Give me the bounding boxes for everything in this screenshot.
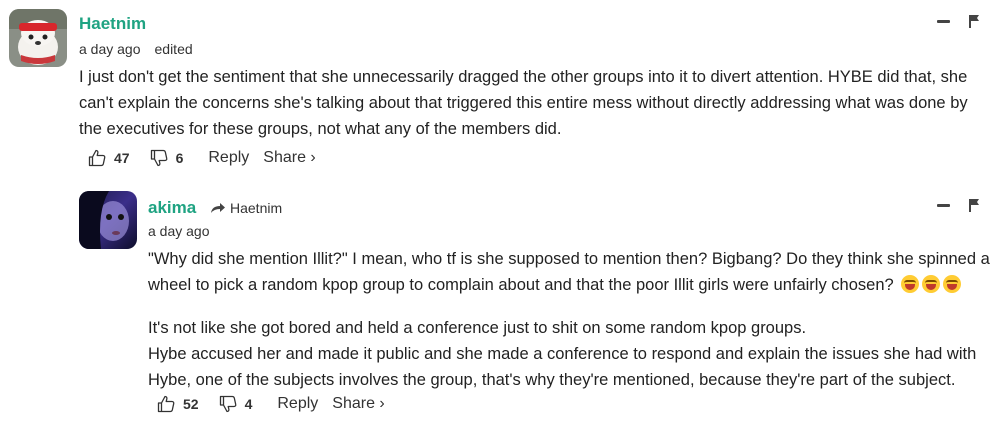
upvote-button[interactable]: 47	[88, 149, 130, 167]
avatar-image	[79, 191, 137, 249]
comment-controls	[937, 198, 980, 212]
avatar[interactable]	[79, 191, 137, 249]
username[interactable]: akima	[148, 198, 196, 218]
share-button[interactable]: Share ›	[332, 395, 384, 413]
comment-actions: 47 6 Reply Share ›	[88, 149, 316, 167]
comment-body: "Why did she mention Illit?" I mean, who…	[148, 246, 1003, 393]
upvote-count: 52	[183, 396, 199, 412]
comment-meta: a day ago edited	[79, 41, 193, 57]
downvote-count: 4	[244, 396, 253, 412]
share-button[interactable]: Share ›	[263, 149, 315, 167]
avatar[interactable]	[9, 9, 67, 67]
thumbs-down-icon	[219, 395, 236, 413]
laughing-tears-emoji	[943, 275, 962, 293]
downvote-button[interactable]: 6	[150, 149, 184, 167]
comment-controls	[937, 14, 980, 28]
timestamp[interactable]: a day ago	[79, 41, 141, 57]
username[interactable]: Haetnim	[79, 14, 146, 34]
reply-to[interactable]: Haetnim	[210, 200, 282, 216]
comment-paragraph: I just don't get the sentiment that she …	[79, 68, 968, 138]
timestamp[interactable]: a day ago	[148, 223, 210, 239]
upvote-count: 47	[114, 150, 130, 166]
avatar-image	[9, 9, 67, 67]
downvote-button[interactable]: 4	[219, 395, 253, 413]
comment-body: I just don't get the sentiment that she …	[79, 64, 991, 142]
downvote-count: 6	[175, 150, 184, 166]
comment-actions: 52 4 Reply Share ›	[157, 395, 385, 413]
flag-icon[interactable]	[968, 14, 980, 28]
reply-button[interactable]: Reply	[277, 395, 318, 413]
reply-to-username: Haetnim	[230, 200, 283, 216]
flag-icon[interactable]	[968, 198, 980, 212]
laughing-tears-emoji	[922, 275, 941, 293]
collapse-icon[interactable]	[937, 19, 950, 23]
thumbs-up-icon	[88, 149, 106, 167]
comment-meta: a day ago	[148, 223, 210, 239]
comment-paragraph: "Why did she mention Illit?" I mean, who…	[148, 246, 1003, 298]
comment-paragraph: It's not like she got bored and held a c…	[148, 319, 977, 389]
laughing-tears-emoji	[901, 275, 920, 293]
comment-paragraph-text: "Why did she mention Illit?" I mean, who…	[148, 250, 990, 294]
thumbs-up-icon	[157, 395, 175, 413]
reply-arrow-icon	[211, 203, 225, 213]
edited-label: edited	[154, 41, 193, 57]
upvote-button[interactable]: 52	[157, 395, 199, 413]
thumbs-down-icon	[150, 149, 167, 167]
reply-button[interactable]: Reply	[208, 149, 249, 167]
collapse-icon[interactable]	[937, 203, 950, 207]
